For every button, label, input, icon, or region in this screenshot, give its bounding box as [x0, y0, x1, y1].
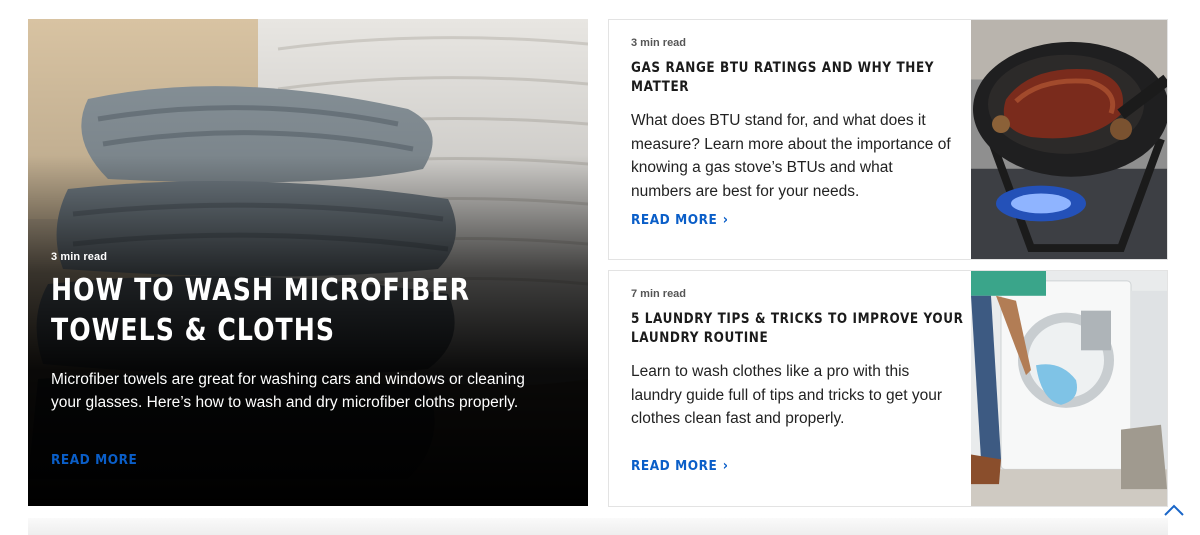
section-bottom-shadow — [28, 518, 1168, 535]
featured-article-card[interactable]: 3 min read HOW TO WASH MICROFIBER TOWELS… — [28, 19, 588, 506]
featured-article-content: 3 min read HOW TO WASH MICROFIBER TOWELS… — [51, 251, 571, 469]
read-time: 3 min read — [631, 37, 687, 49]
laundry-washer-image — [971, 271, 1167, 506]
read-more-link[interactable]: READ MORE › — [631, 212, 728, 228]
article-description: Microfiber towels are great for washing … — [51, 371, 525, 411]
article-title[interactable]: 5 LAUNDRY TIPS & TRICKS TO IMPROVE YOUR … — [631, 310, 966, 348]
read-more-label: READ MORE — [631, 458, 718, 474]
read-more-link[interactable]: READ MORE — [51, 452, 137, 468]
read-more-link[interactable]: READ MORE › — [631, 458, 728, 474]
article-title[interactable]: HOW TO WASH MICROFIBER TOWELS & CLOTHS — [51, 271, 572, 351]
read-time: 3 min read — [51, 251, 108, 263]
article-card-gas-range[interactable]: 3 min read GAS RANGE BTU RATINGS AND WHY… — [608, 19, 1168, 260]
article-title[interactable]: GAS RANGE BTU RATINGS AND WHY THEY MATTE… — [631, 59, 966, 97]
chevron-right-icon: › — [722, 212, 729, 228]
read-time: 7 min read — [631, 288, 687, 300]
article-text: 3 min read GAS RANGE BTU RATINGS AND WHY… — [631, 37, 961, 203]
steak-skillet-image — [971, 20, 1167, 259]
read-more-label: READ MORE — [631, 212, 718, 228]
article-description: Learn to wash clothes like a pro with th… — [631, 363, 943, 427]
chevron-right-icon: › — [722, 458, 729, 474]
article-text: 7 min read 5 LAUNDRY TIPS & TRICKS TO IM… — [631, 288, 963, 431]
chevron-up-icon[interactable] — [1162, 501, 1186, 519]
article-description: What does BTU stand for, and what does i… — [631, 112, 951, 200]
article-card-laundry-tips[interactable]: 7 min read 5 LAUNDRY TIPS & TRICKS TO IM… — [608, 270, 1168, 507]
